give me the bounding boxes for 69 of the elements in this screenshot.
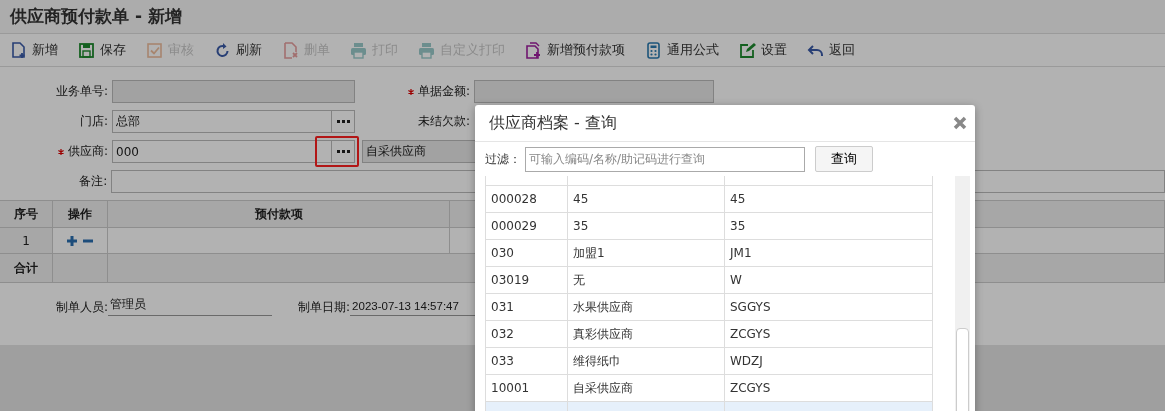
list-row[interactable]: 032 真彩供应商 ZCGYS (486, 321, 932, 348)
table-cell: 自采供应商 (568, 375, 725, 401)
table-cell: 000028 (486, 186, 568, 212)
field-label: 未结欠款: (416, 113, 470, 130)
field-label: 门店: (78, 113, 108, 130)
close-button[interactable] (953, 116, 967, 130)
scrollbar[interactable] (955, 176, 970, 411)
list-row[interactable]: 030 加盟1 JM1 (486, 240, 932, 267)
table-cell: 10001 (486, 375, 568, 401)
search-button[interactable]: 查询 (815, 146, 873, 172)
toolbar-button[interactable]: 通用公式 (645, 41, 719, 59)
refresh-icon (214, 41, 231, 59)
table-cell: 合计 (0, 254, 53, 282)
toolbar-button[interactable]: 新增预付款项 (525, 41, 625, 59)
table-cell: 水果供应商 (568, 294, 725, 320)
table-cell-text: 45 (729, 191, 747, 208)
edit-icon (739, 41, 756, 59)
table-cell: 无 (568, 267, 725, 293)
dialog-title: 供应商档案 - 查询 (489, 112, 617, 134)
column-header: 操作 (53, 201, 108, 227)
toolbar-button[interactable]: 刷新 (214, 41, 262, 59)
table-cell-text: 35 (729, 218, 747, 235)
list-row[interactable]: 000028 45 45 (486, 186, 932, 213)
table-cell: 033 (486, 348, 568, 374)
toolbar-button[interactable]: 返回 (807, 41, 855, 59)
table-cell-text: SGGYS (729, 299, 772, 316)
field-label: 业务单号: (54, 83, 108, 100)
toolbar-button[interactable]: 新增 (10, 41, 58, 59)
field-label: 单据金额: (355, 83, 470, 100)
field-label: 备注: (78, 173, 108, 190)
document-plus-icon (10, 41, 27, 59)
calculator-icon (645, 41, 662, 59)
input-field[interactable]: 总部 (112, 110, 355, 133)
list-row[interactable]: 000029 35 35 (486, 213, 932, 240)
toolbar-button[interactable]: 设置 (739, 41, 787, 59)
text-value: 管理员 (108, 297, 273, 316)
table-cell: 45 (568, 186, 725, 212)
table-cell: 真彩供应商 (568, 321, 725, 347)
table-cell: 加盟1 (568, 240, 725, 266)
list-row[interactable]: 03019 无 W (486, 267, 932, 294)
table-cell: 维得纸巾 (568, 348, 725, 374)
table-cell-text: WDZJ (729, 353, 764, 370)
table-cell: 031 (486, 294, 568, 320)
table-cell: 000029 (486, 213, 568, 239)
table-cell: 03019 (486, 267, 568, 293)
column-header: 序号 (0, 201, 53, 227)
stacked-documents-plus-icon (525, 41, 542, 59)
table-cell-text: W (729, 272, 743, 289)
window-title: 供应商预付款单 - 新增 (10, 5, 182, 28)
ellipsis-icon (336, 150, 350, 153)
field-label: 制单日期: (298, 299, 351, 316)
table-cell: 032 (486, 321, 568, 347)
table-cell-text: ZCGYS (729, 380, 772, 397)
column-header: 预付款项 (108, 201, 450, 227)
table-cell-text: ZCGYS (729, 326, 772, 343)
field-label: 供应商: (0, 143, 108, 160)
toolbar-button[interactable]: 保存 (78, 41, 126, 59)
list-row[interactable]: 031 水果供应商 SGGYS (486, 294, 932, 321)
field-label: 制单人员: (56, 299, 109, 316)
ellipsis-icon (336, 120, 350, 123)
table-cell: 030 (486, 240, 568, 266)
table-cell: 1 (0, 228, 53, 253)
plus-icon[interactable] (67, 235, 77, 246)
search-field[interactable]: 可输入编码/名称/助记码进行查询 (525, 146, 805, 172)
list-row[interactable]: 033 维得纸巾 WDZJ (486, 348, 932, 375)
filter-label: 过滤： (485, 150, 521, 168)
table-cell: 35 (568, 213, 725, 239)
list-row[interactable]: 10001 自采供应商 ZCGYS (486, 375, 932, 402)
table-cell-text: JM1 (728, 245, 753, 262)
